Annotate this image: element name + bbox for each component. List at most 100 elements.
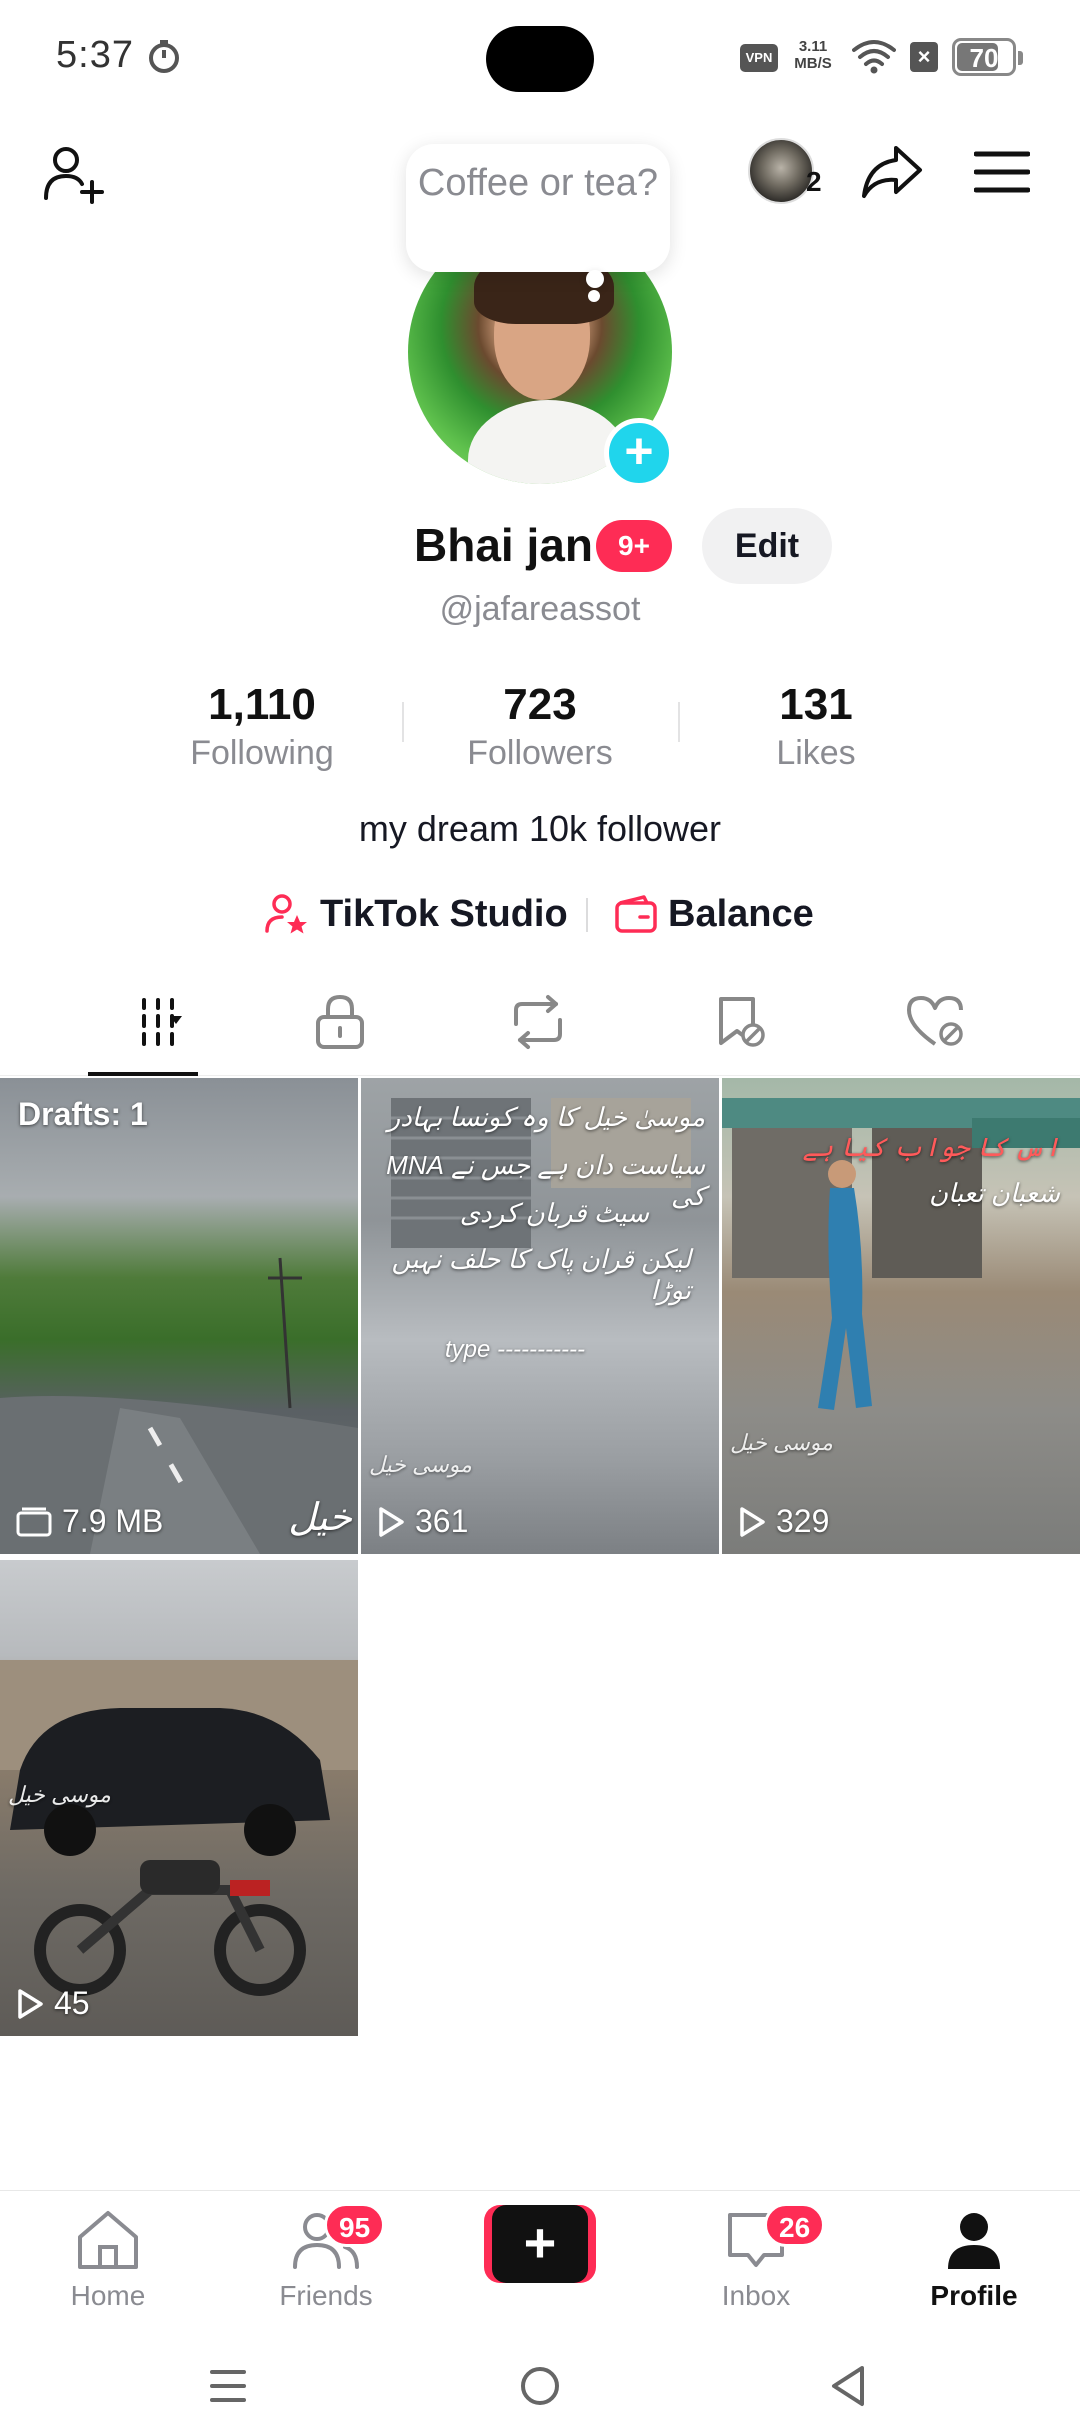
profile-bio: my dream 10k follower xyxy=(358,808,722,849)
recent-apps-button[interactable] xyxy=(188,2346,268,2426)
video-tile-drafts[interactable]: Drafts: 1 7.9 MB خیل xyxy=(0,1078,358,1554)
view-count-value: 361 xyxy=(415,1503,469,1539)
add-story-button[interactable]: + xyxy=(604,418,674,488)
profile-content-tabs xyxy=(0,972,1080,1076)
vpn-badge: VPN xyxy=(740,44,778,72)
recents-icon xyxy=(210,2370,246,2402)
share-icon xyxy=(862,146,922,198)
view-count: 329 xyxy=(738,1503,829,1540)
tiktok-studio-label: TikTok Studio xyxy=(320,892,568,935)
profile-links: TikTok Studio Balance xyxy=(0,886,1080,942)
stat-label: Likes xyxy=(776,734,856,772)
bookmark-hidden-icon xyxy=(719,997,765,1047)
drafts-label: Drafts: 1 xyxy=(18,1096,148,1132)
network-speed-unit: MB/S xyxy=(794,55,832,72)
tab-reposts[interactable] xyxy=(468,972,608,1072)
nav-profile[interactable]: Profile xyxy=(894,2209,1054,2312)
display-name: Bhai jan xyxy=(414,519,593,571)
balance-label: Balance xyxy=(668,892,814,935)
back-button[interactable] xyxy=(808,2346,888,2426)
draft-size-value: 7.9 MB xyxy=(62,1503,164,1539)
notification-badge[interactable]: 9+ xyxy=(596,520,672,572)
network-speed: 3.11 MB/S xyxy=(788,38,838,72)
account-avatar xyxy=(748,138,814,204)
account-count: 2 xyxy=(806,166,822,197)
stat-divider xyxy=(678,702,680,742)
nav-home[interactable]: Home xyxy=(28,2209,188,2312)
tile-watermark: موسی خیل xyxy=(730,1430,833,1455)
username: @jafareassot xyxy=(439,590,641,628)
links-divider xyxy=(586,898,588,932)
stat-divider xyxy=(402,702,404,742)
nav-friends-label: Friends xyxy=(279,2280,373,2311)
overlay-caption: type ----------- xyxy=(445,1336,585,1363)
profile-note-bubble[interactable]: Coffee or tea? xyxy=(406,144,670,272)
liked-hidden-icon xyxy=(907,996,963,1046)
share-profile-button[interactable] xyxy=(852,132,932,212)
menu-button[interactable] xyxy=(962,132,1042,212)
tab-private[interactable] xyxy=(270,972,410,1072)
tab-liked[interactable] xyxy=(866,972,1006,1072)
tile-watermark: خیل xyxy=(288,1497,352,1539)
video-tile[interactable]: موسیٰ خیل کا وہ کونسا بہادر سیاست دان ہے… xyxy=(361,1078,719,1554)
battery-percent: 70 xyxy=(969,43,999,73)
profile-name-row: Bhai jan 9+ Edit xyxy=(0,508,1080,584)
camera-cutout xyxy=(486,26,594,92)
videos-grid-icon xyxy=(142,998,182,1046)
creator-star-icon xyxy=(265,894,307,934)
stat-likes[interactable]: 131 Likes xyxy=(696,680,936,773)
tile-watermark: موسی خیل xyxy=(8,1782,111,1807)
play-icon xyxy=(379,1506,404,1537)
view-count-value: 45 xyxy=(54,1985,90,2021)
tiktok-studio-link[interactable]: TikTok Studio xyxy=(264,886,568,942)
back-triangle-icon xyxy=(832,2366,864,2406)
video-tile[interactable]: اس کا جواب کیا ہے شعبان تعبان موسی خیل 3… xyxy=(722,1078,1080,1554)
draft-size: 7.9 MB xyxy=(16,1503,163,1540)
note-bubble-tail-small xyxy=(588,290,600,302)
stat-value: 131 xyxy=(779,680,853,729)
nav-friends[interactable]: Friends 95 xyxy=(246,2203,406,2312)
play-icon xyxy=(18,1988,43,2019)
edit-profile-button[interactable]: Edit xyxy=(702,508,832,584)
create-plus: + xyxy=(492,2205,588,2283)
battery-icon: 70 xyxy=(952,38,1023,76)
create-button[interactable]: + xyxy=(476,2205,596,2283)
balance-link[interactable]: Balance xyxy=(614,886,814,942)
account-switcher[interactable]: 2 xyxy=(748,138,832,208)
overlay-line: لیکن قران پاک کا حلف نہیں توڑا xyxy=(391,1244,691,1305)
add-friend-button[interactable] xyxy=(36,134,116,214)
wallet-icon xyxy=(615,895,657,933)
home-icon xyxy=(78,2211,138,2269)
lock-icon xyxy=(316,994,364,1049)
draft-folder-icon xyxy=(16,1507,52,1536)
home-circle-icon xyxy=(521,2367,559,2405)
stat-followers[interactable]: 723 Followers xyxy=(420,680,660,773)
wifi-icon xyxy=(852,40,896,74)
video-tile[interactable]: موسی خیل 45 xyxy=(0,1560,358,2036)
stat-label: Followers xyxy=(467,734,613,772)
inbox-badge: 26 xyxy=(764,2203,826,2247)
nav-home-label: Home xyxy=(70,2280,146,2311)
bottom-navigation: Home Friends 95 + Inbox 26 Profile xyxy=(0,2190,1080,2328)
tab-favorites[interactable] xyxy=(670,972,810,1072)
profile-icon xyxy=(948,2213,1000,2269)
note-bubble-tail xyxy=(586,270,604,288)
play-icon xyxy=(740,1506,765,1537)
nav-inbox[interactable]: Inbox 26 xyxy=(676,2203,836,2312)
view-count: 361 xyxy=(377,1503,468,1540)
overlay-line: اس کا جواب کیا ہے xyxy=(802,1132,1060,1162)
tab-videos[interactable] xyxy=(73,972,213,1072)
friends-badge: 95 xyxy=(324,2203,386,2247)
timer-icon xyxy=(149,40,179,73)
stat-label: Following xyxy=(190,734,334,772)
hamburger-menu-icon xyxy=(974,151,1030,193)
stat-value: 1,110 xyxy=(208,680,316,729)
view-count: 45 xyxy=(16,1985,90,2022)
overlay-line: موسیٰ خیل کا وہ کونسا بہادر xyxy=(387,1102,705,1132)
status-bar: 5:37 VPN 3.11 MB/S × 70 xyxy=(0,0,1080,118)
view-count-value: 329 xyxy=(776,1503,830,1539)
stat-value: 723 xyxy=(503,680,577,729)
network-speed-value: 3.11 xyxy=(798,38,828,55)
home-system-button[interactable] xyxy=(500,2346,580,2426)
stat-following[interactable]: 1,110 Following xyxy=(142,680,382,773)
